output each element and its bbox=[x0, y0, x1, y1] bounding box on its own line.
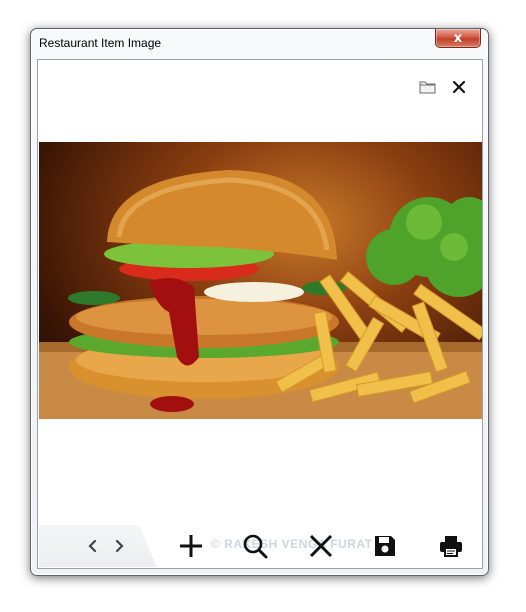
window-title: Restaurant Item Image bbox=[39, 36, 162, 50]
window-close-button[interactable]: x bbox=[435, 29, 481, 48]
close-icon[interactable] bbox=[448, 76, 470, 98]
print-icon[interactable] bbox=[435, 530, 467, 562]
add-icon[interactable] bbox=[175, 530, 207, 562]
bottom-toolbar: © RAKESH VENGA FURAT bbox=[39, 525, 482, 567]
delete-icon[interactable] bbox=[305, 530, 337, 562]
folder-icon[interactable] bbox=[416, 76, 438, 98]
image-viewer-window: Restaurant Item Image x © RAKESH VENGA F… bbox=[30, 28, 489, 576]
viewer-client-area: © RAKESH VENGA FURAT bbox=[37, 59, 483, 569]
save-icon[interactable] bbox=[369, 530, 401, 562]
next-icon[interactable] bbox=[103, 530, 135, 562]
top-icon-bar bbox=[416, 76, 470, 98]
watermark-text: © RAKESH VENGA FURAT bbox=[211, 537, 373, 551]
item-image bbox=[39, 142, 482, 419]
zoom-icon[interactable] bbox=[239, 530, 271, 562]
